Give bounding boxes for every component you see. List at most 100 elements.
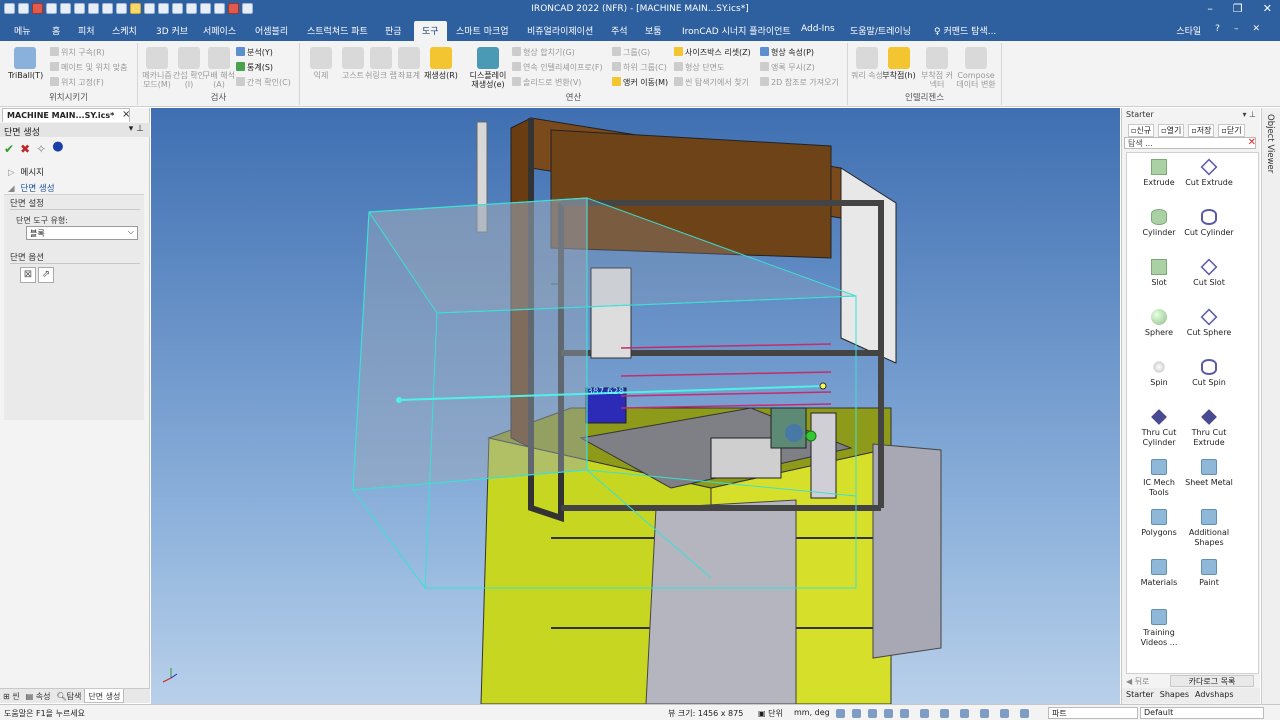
- convert-solid-button[interactable]: 솔리드로 변환(V): [512, 77, 581, 88]
- section-handle[interactable]: [805, 430, 817, 442]
- display-icon[interactable]: [980, 709, 989, 718]
- reset-sizebox-button[interactable]: 사이즈박스 리셋(Z): [674, 47, 751, 58]
- tab-add-ins[interactable]: Add-Ins: [801, 24, 835, 34]
- move-anchor-button[interactable]: 앵커 이동(M): [612, 77, 668, 88]
- catalog-item-cut-cylinder[interactable]: Cut Cylinder: [1183, 209, 1235, 238]
- coordinate-system-button[interactable]: 좌표계: [392, 47, 426, 80]
- catalog-back-button[interactable]: ◀ 뒤로: [1126, 676, 1149, 687]
- tab-menu[interactable]: 메뉴: [14, 24, 31, 37]
- mechanism-mode-button[interactable]: 메카니즘 모드(M): [140, 47, 174, 89]
- draft-analysis-button[interactable]: 구배 해석(A): [202, 47, 236, 89]
- triball-button[interactable]: TriBall(T): [8, 47, 43, 80]
- clearance-check-button[interactable]: 간격 확인(C): [236, 77, 291, 88]
- tab-scene[interactable]: ⊞ 씬: [0, 689, 23, 703]
- regenerate-button[interactable]: 재생성(R): [424, 47, 458, 80]
- tab-view[interactable]: 보툼: [645, 24, 662, 37]
- attach-connector-button[interactable]: 부착점 커넥터: [920, 47, 954, 89]
- dimension-handle[interactable]: [396, 397, 402, 403]
- catalog-item-extrude[interactable]: Extrude: [1133, 159, 1185, 188]
- tab-sheet-metal[interactable]: 판금: [385, 24, 402, 37]
- position-lock-button[interactable]: 위치 고정(F): [50, 77, 104, 88]
- catalog-item-cylinder[interactable]: Cylinder: [1133, 209, 1185, 238]
- tab-feature[interactable]: 피처: [78, 24, 95, 37]
- selection-filter-dropdown[interactable]: 파트: [1048, 707, 1138, 719]
- options-icon[interactable]: ✧: [36, 142, 46, 156]
- tab-annotation[interactable]: 주석: [611, 24, 628, 37]
- statistics-button[interactable]: 통계(S): [236, 62, 273, 73]
- ribbon-minimize-button[interactable]: –: [1234, 24, 1239, 37]
- tab-home[interactable]: 홈: [52, 24, 60, 37]
- import-2d-reference-button[interactable]: 2D 참조로 가져오기: [760, 77, 839, 88]
- help-icon[interactable]: ?: [1215, 24, 1220, 37]
- style-menu[interactable]: 스타일: [1176, 24, 1201, 37]
- 3d-viewport[interactable]: 387.628: [151, 108, 1120, 705]
- style-dropdown[interactable]: Default: [1140, 707, 1264, 719]
- catalog-close-button[interactable]: ▫닫기: [1218, 124, 1245, 137]
- group-button[interactable]: 그룹(G): [612, 47, 650, 58]
- tab-surface[interactable]: 서페이스: [203, 24, 236, 37]
- minimize-button[interactable]: –: [1207, 2, 1213, 15]
- zoom-icon[interactable]: [836, 709, 845, 718]
- pin-icon[interactable]: ▾ ⊥: [129, 124, 144, 134]
- tool-type-dropdown[interactable]: 블록 ⌵: [26, 226, 138, 240]
- find-in-scene-button[interactable]: 씬 탐색기에서 찾기: [674, 77, 749, 88]
- catalog-item-polygons[interactable]: Polygons: [1133, 509, 1185, 538]
- dimension-label[interactable]: 387.628: [587, 387, 624, 397]
- doc-close-button[interactable]: ✕: [1252, 24, 1260, 37]
- catalog-item-spin[interactable]: Spin: [1133, 359, 1185, 388]
- attach-point-button[interactable]: 부착점(h): [882, 47, 916, 80]
- catalog-item-sheet-metal[interactable]: Sheet Metal: [1183, 459, 1235, 488]
- ignore-button[interactable]: 앵록 무시(Z): [760, 62, 815, 73]
- tab-tools[interactable]: 도구: [414, 21, 447, 41]
- tab-help-training[interactable]: 도움말/트레이닝: [850, 24, 911, 37]
- snap-icon[interactable]: [1000, 709, 1009, 718]
- clear-search-icon[interactable]: ✕: [1248, 137, 1256, 148]
- analysis-button[interactable]: 분석(Y): [236, 47, 273, 58]
- render-mode-icon[interactable]: [920, 709, 929, 718]
- preview-dot-icon[interactable]: ●: [52, 140, 63, 156]
- close-icon[interactable]: ×: [122, 109, 130, 120]
- tab-search[interactable]: 🔍︎탐색: [53, 689, 84, 703]
- units-button[interactable]: ▣ 단위: [758, 708, 783, 719]
- tab-smart-markup[interactable]: 스마트 마크업: [456, 24, 509, 37]
- select-cursor-icon[interactable]: [1020, 709, 1029, 718]
- tab-synergy[interactable]: IronCAD 시너지 플라이언트: [682, 24, 791, 37]
- catalog-item-cut-slot[interactable]: Cut Slot: [1183, 258, 1235, 288]
- shape-section-button[interactable]: 형상 단면도: [674, 62, 724, 73]
- section-flip-icon[interactable]: ⊠: [20, 267, 36, 283]
- close-button[interactable]: ✕: [1263, 2, 1272, 15]
- suppress-button[interactable]: 익제: [304, 47, 338, 80]
- catalog-item-thru-cut-cylinder[interactable]: Thru Cut Cylinder: [1133, 409, 1185, 447]
- tab-starter[interactable]: Starter: [1126, 690, 1154, 701]
- zoom-box-icon[interactable]: [852, 709, 861, 718]
- catalog-item-slot[interactable]: Slot: [1133, 259, 1185, 288]
- catalog-list-button[interactable]: 카다로그 목록: [1170, 675, 1254, 687]
- subgroup-button[interactable]: 하위 그룹(C): [612, 62, 667, 73]
- mate-align-button[interactable]: 메이트 및 위치 맞춤: [50, 62, 128, 73]
- tab-properties[interactable]: ▤ 속성: [23, 689, 54, 703]
- catalog-item-thru-cut-extrude[interactable]: Thru Cut Extrude: [1183, 409, 1235, 447]
- catalog-item-training-videos[interactable]: Training Videos ...: [1133, 609, 1185, 647]
- cancel-x-icon[interactable]: ✖: [20, 142, 30, 156]
- shading-icon[interactable]: [940, 709, 949, 718]
- checkmark-icon[interactable]: ✔: [4, 142, 14, 156]
- restore-button[interactable]: ❐: [1233, 2, 1243, 15]
- display-regenerate-button[interactable]: 디스플레이 재생성(e): [466, 47, 510, 89]
- catalog-item-additional-shapes[interactable]: Additional Shapes: [1183, 509, 1235, 547]
- compose-convert-button[interactable]: Compose 데이터 변환: [954, 47, 998, 89]
- tab-visualization[interactable]: 비쥬얼라이제이션: [527, 24, 593, 37]
- catalog-item-cut-extrude[interactable]: Cut Extrude: [1183, 158, 1235, 188]
- catalog-item-cut-sphere[interactable]: Cut Sphere: [1183, 308, 1235, 338]
- tab-structured-part[interactable]: 스트럭쳐드 파트: [307, 24, 368, 37]
- interference-check-button[interactable]: 간섭 확인(I): [172, 47, 206, 89]
- pan-icon[interactable]: [868, 709, 877, 718]
- catalog-menu-icon[interactable]: ▾ ⊥: [1242, 110, 1256, 119]
- position-constraint-button[interactable]: 위치 구속(R): [50, 47, 105, 58]
- document-tab[interactable]: MACHINE MAIN...SY.ics*: [2, 108, 130, 122]
- tab-3d-curve[interactable]: 3D 커브: [156, 24, 188, 37]
- catalog-new-button[interactable]: ▫신규: [1128, 124, 1155, 137]
- continuous-intellishape-button[interactable]: 연속 인텔리셰이프로(F): [512, 62, 603, 73]
- catalog-item-paint[interactable]: Paint: [1183, 559, 1235, 588]
- catalog-item-ic-mech-tools[interactable]: IC Mech Tools: [1133, 459, 1185, 497]
- shape-properties-button[interactable]: 형상 속성(P): [760, 47, 814, 58]
